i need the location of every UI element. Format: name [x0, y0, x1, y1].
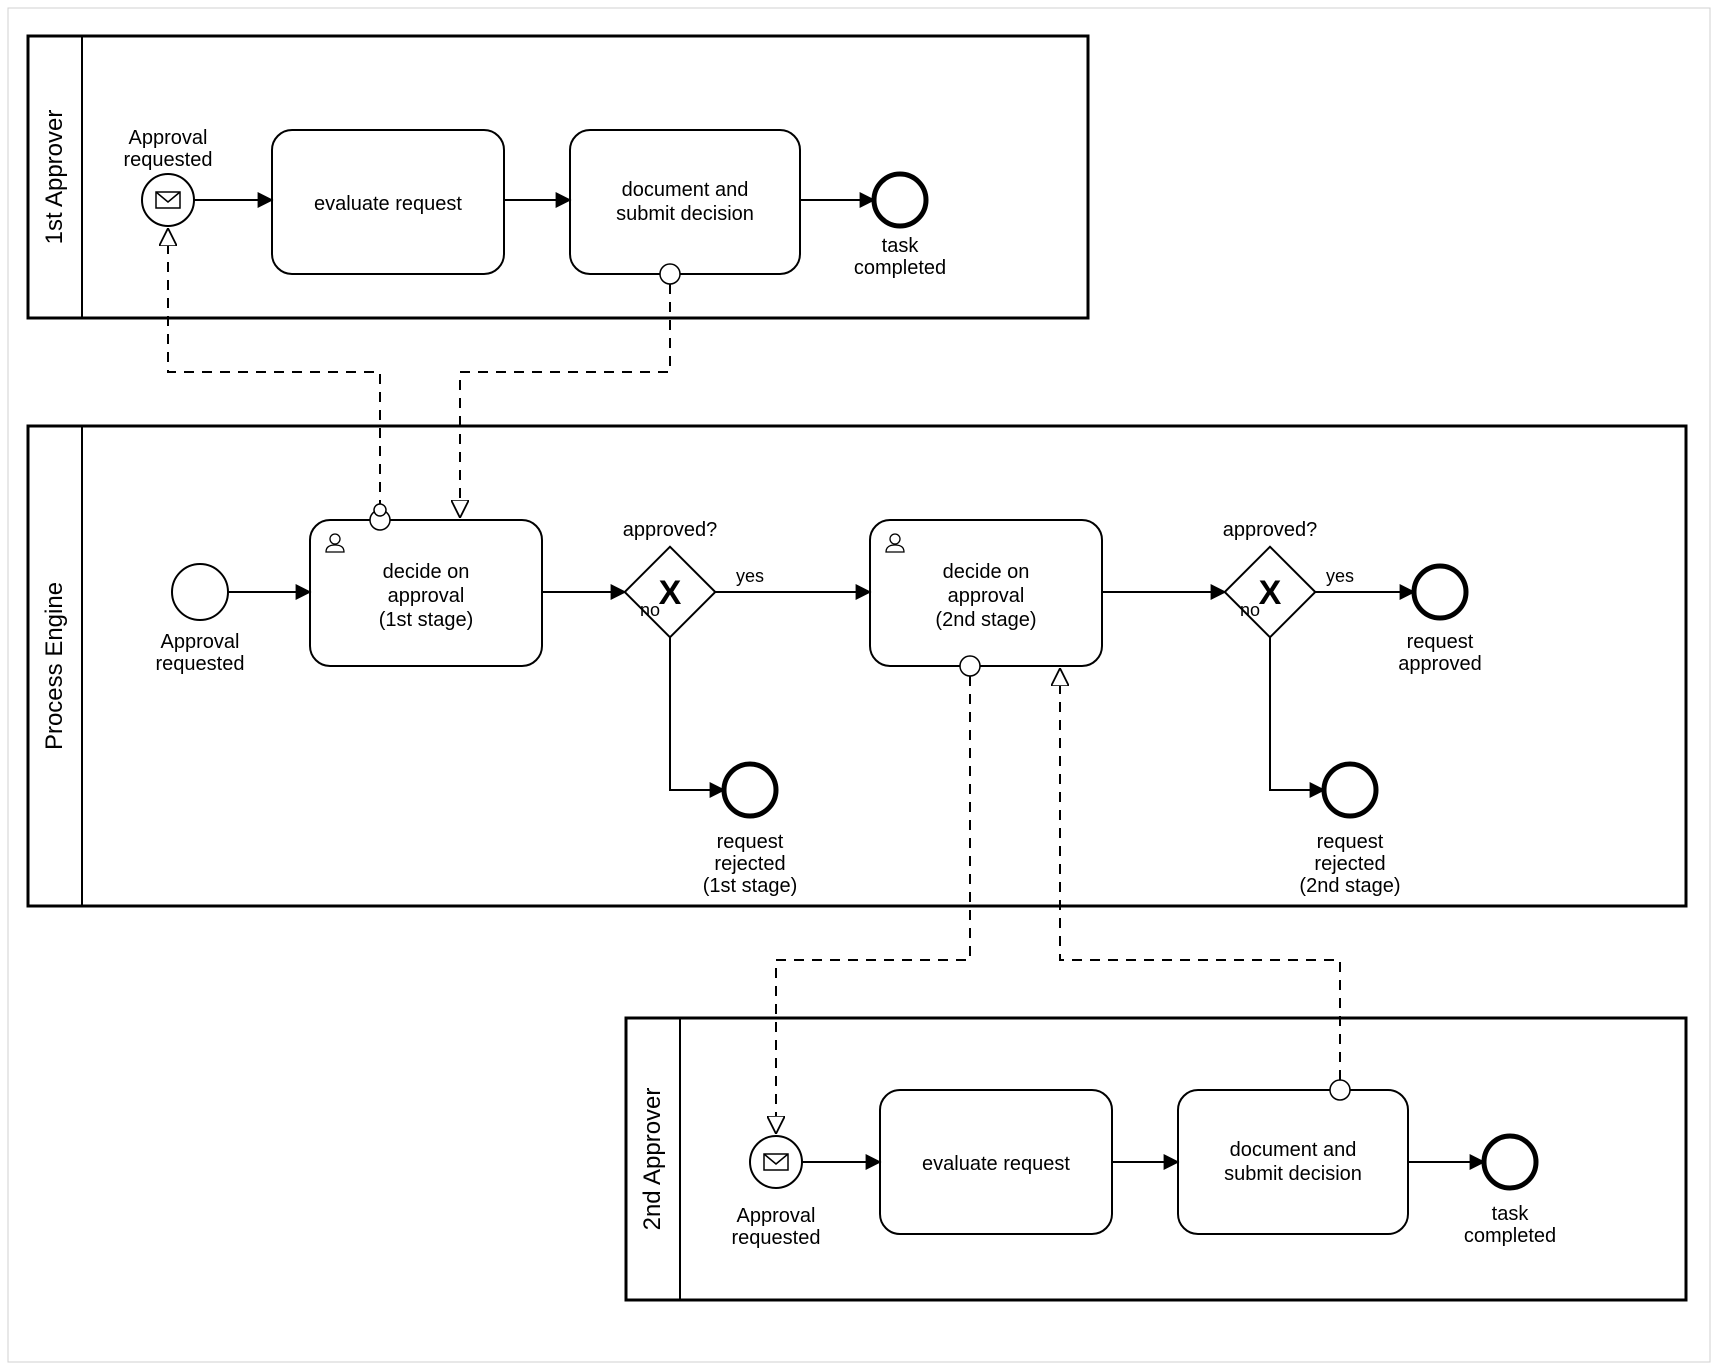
svg-text:completed: completed — [854, 257, 946, 279]
task-decide-approval-1st: decide on approval (1st stage) — [310, 510, 542, 666]
svg-text:Approval: Approval — [129, 127, 208, 149]
svg-text:requested: requested — [732, 1227, 821, 1249]
boundary-event-icon — [960, 656, 980, 676]
svg-text:(1st stage): (1st stage) — [703, 875, 797, 897]
svg-text:decide on: decide on — [943, 561, 1030, 583]
bpmn-diagram: 1st Approver Approval requested evaluate… — [0, 0, 1718, 1370]
task-decide-approval-2nd: decide on approval (2nd stage) — [870, 520, 1102, 676]
svg-text:decide on: decide on — [383, 561, 470, 583]
svg-text:no: no — [1240, 600, 1260, 620]
svg-text:Approval: Approval — [161, 631, 240, 653]
svg-text:approval: approval — [388, 585, 465, 607]
svg-text:approval: approval — [948, 585, 1025, 607]
svg-text:request: request — [717, 831, 784, 853]
svg-text:(2nd stage): (2nd stage) — [1299, 875, 1400, 897]
svg-text:(2nd stage): (2nd stage) — [935, 609, 1036, 631]
svg-text:rejected: rejected — [1314, 853, 1385, 875]
message-icon — [156, 192, 180, 208]
task-document-submit-1: document and submit decision — [570, 130, 800, 284]
boundary-event-icon — [1330, 1080, 1350, 1100]
lane-title-3: 2nd Approver — [639, 1088, 666, 1231]
x-icon: X — [659, 574, 682, 612]
lane-1st-approver: 1st Approver Approval requested evaluate… — [28, 36, 1088, 318]
svg-text:task: task — [882, 235, 920, 257]
lane-title-2: Process Engine — [41, 582, 68, 750]
svg-text:(1st stage): (1st stage) — [379, 609, 473, 631]
svg-text:yes: yes — [736, 566, 764, 586]
lane-2nd-approver: 2nd Approver Approval requested evaluate… — [626, 1018, 1686, 1300]
svg-text:evaluate request: evaluate request — [922, 1153, 1070, 1175]
svg-text:evaluate request: evaluate request — [314, 193, 462, 215]
x-icon: X — [1259, 574, 1282, 612]
svg-text:no: no — [640, 600, 660, 620]
svg-text:approved?: approved? — [623, 519, 718, 541]
svg-text:rejected: rejected — [714, 853, 785, 875]
svg-text:requested: requested — [156, 653, 245, 675]
svg-text:document and: document and — [1230, 1139, 1357, 1161]
svg-text:submit decision: submit decision — [1224, 1163, 1362, 1185]
svg-text:Approval: Approval — [737, 1205, 816, 1227]
message-icon — [764, 1154, 788, 1170]
svg-text:approved?: approved? — [1223, 519, 1318, 541]
task-evaluate-request-1: evaluate request — [272, 130, 504, 274]
task-document-submit-2: document and submit decision — [1178, 1080, 1408, 1234]
svg-text:yes: yes — [1326, 566, 1354, 586]
boundary-event-icon — [660, 264, 680, 284]
message-source-icon — [374, 504, 386, 516]
svg-text:requested: requested — [124, 149, 213, 171]
svg-text:request: request — [1317, 831, 1384, 853]
svg-text:task: task — [1492, 1203, 1530, 1225]
svg-text:submit decision: submit decision — [616, 203, 754, 225]
svg-text:request: request — [1407, 631, 1474, 653]
svg-text:document and: document and — [622, 179, 749, 201]
lane-process-engine: Process Engine Approval requested decide… — [28, 426, 1686, 906]
task-evaluate-request-2: evaluate request — [880, 1090, 1112, 1234]
svg-text:approved: approved — [1398, 653, 1481, 675]
svg-text:completed: completed — [1464, 1225, 1556, 1247]
lane-title-1: 1st Approver — [41, 110, 68, 245]
